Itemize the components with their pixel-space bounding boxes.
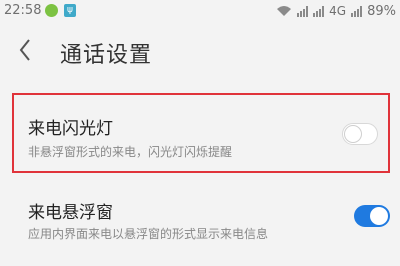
wifi-icon [277, 6, 292, 16]
toggle-knob [370, 207, 388, 225]
signal-icon [313, 5, 325, 17]
battery-level: 89% [367, 3, 396, 19]
status-bar: 22:58 ψ 4G 89% [0, 0, 400, 22]
setting-label: 来电悬浮窗 [28, 203, 113, 223]
app-icon [45, 4, 58, 17]
setting-incoming-floating-window[interactable]: 来电悬浮窗 应用内界面来电以悬浮窗的形式显示来电信息 [0, 180, 400, 266]
signal-icon [351, 5, 363, 17]
network-type: 4G [329, 4, 347, 18]
title-bar: 通话设置 [0, 22, 400, 80]
usb-icon: ψ [64, 4, 76, 17]
back-button[interactable] [18, 34, 44, 64]
floating-window-toggle[interactable] [354, 205, 390, 227]
highlight-box [12, 93, 390, 173]
page-title: 通话设置 [60, 43, 153, 68]
signal-icon [297, 5, 309, 17]
status-right-group: 4G 89% [276, 3, 396, 19]
status-time: 22:58 [4, 3, 42, 18]
setting-description: 应用内界面来电以悬浮窗的形式显示来电信息 [28, 227, 269, 241]
chevron-left-icon [19, 39, 30, 61]
